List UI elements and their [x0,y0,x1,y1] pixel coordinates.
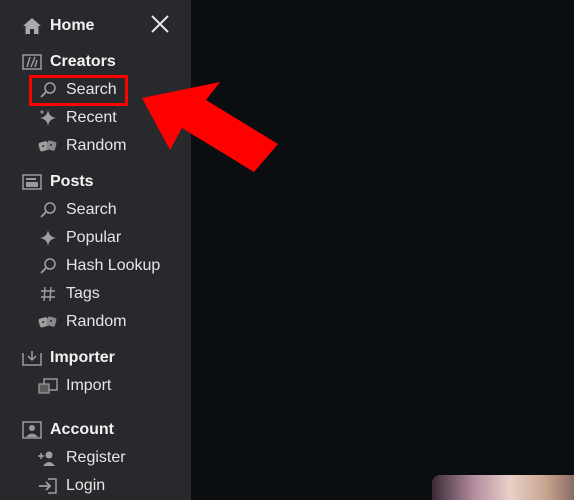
sidebar: Home Creators Search Recent Random Posts… [0,0,191,500]
sidebar-item-posts-random[interactable]: Random [0,308,191,336]
posts-icon [22,172,42,192]
sidebar-item-posts-hash-lookup[interactable]: Hash Lookup [0,252,191,280]
sidebar-item-label: Register [66,449,126,466]
register-icon [38,448,58,468]
sidebar-item-label: Search [66,201,117,218]
creators-icon [22,52,42,72]
dice-icon [38,312,58,332]
section-account: Account [0,416,191,444]
sidebar-item-label: Random [66,313,127,330]
highlight-box [29,75,128,106]
sidebar-item-register[interactable]: Register [0,444,191,472]
sidebar-item-label: Random [66,137,127,154]
sidebar-item-posts-tags[interactable]: Tags [0,280,191,308]
main-content [191,0,574,500]
section-title: Creators [50,53,116,70]
sidebar-item-login[interactable]: Login [0,472,191,500]
sidebar-item-posts-search[interactable]: Search [0,196,191,224]
sidebar-item-label: Tags [66,285,100,302]
close-button[interactable] [148,14,172,38]
sidebar-item-import[interactable]: Import [0,372,191,400]
home-label: Home [50,17,95,34]
hash-icon [38,284,58,304]
home-icon [22,16,42,36]
section-title: Posts [50,173,94,190]
account-icon [22,420,42,440]
dice-icon [38,136,58,156]
sidebar-item-label: Login [66,477,106,494]
thumbnail-image[interactable] [432,475,574,500]
sidebar-item-label: Import [66,377,112,394]
search-icon [38,256,58,276]
sparkle-icon [38,108,58,128]
close-icon [150,14,170,39]
sidebar-item-label: Hash Lookup [66,257,161,274]
sidebar-item-label: Popular [66,229,122,246]
section-importer: Importer [0,344,191,372]
search-icon [38,200,58,220]
import-icon [38,376,58,396]
importer-icon [22,348,42,368]
annotation-arrow-icon [140,80,280,180]
section-title: Account [50,421,114,438]
sparkle-icon [38,228,58,248]
sidebar-item-label: Recent [66,109,117,126]
section-creators: Creators [0,48,191,76]
login-icon [38,476,58,496]
section-title: Importer [50,349,115,366]
sidebar-item-posts-popular[interactable]: Popular [0,224,191,252]
